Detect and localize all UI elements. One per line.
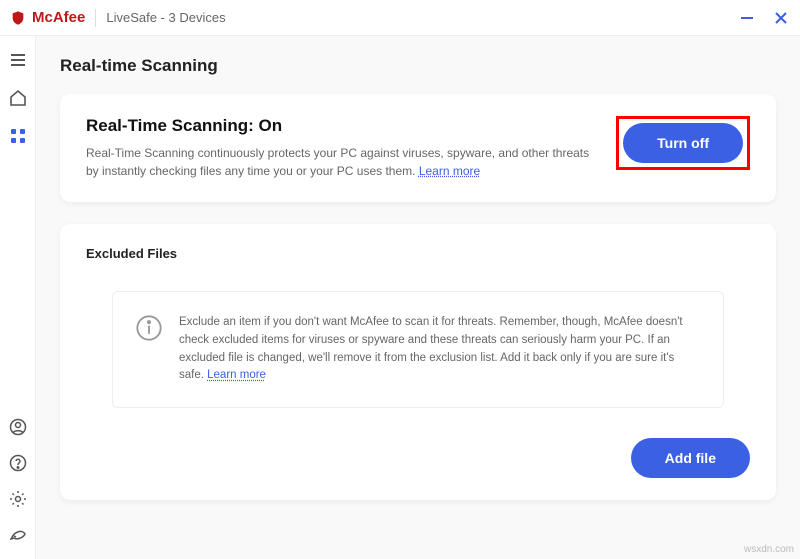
feedback-icon[interactable]	[8, 525, 28, 545]
scan-card-title: Real-Time Scanning: On	[86, 116, 596, 136]
brand-logo: McAfee	[10, 9, 85, 27]
excluded-info-text: Exclude an item if you don't want McAfee…	[179, 314, 701, 385]
help-icon[interactable]	[8, 453, 28, 473]
account-icon[interactable]	[8, 417, 28, 437]
excluded-title: Excluded Files	[86, 246, 750, 261]
product-name: LiveSafe - 3 Devices	[106, 10, 225, 25]
window-controls	[738, 9, 790, 27]
brand-divider	[95, 9, 96, 27]
info-icon	[135, 314, 163, 342]
sidebar	[0, 36, 36, 559]
mcafee-shield-icon	[10, 9, 26, 27]
excluded-files-card: Excluded Files Exclude an item if you do…	[60, 224, 776, 500]
learn-more-link[interactable]: Learn more	[419, 164, 480, 178]
scan-desc-text: Real-Time Scanning continuously protects…	[86, 146, 589, 178]
main-content: Real-time Scanning Real-Time Scanning: O…	[36, 36, 800, 559]
excluded-learn-more-link[interactable]: Learn more	[207, 369, 266, 381]
page-title: Real-time Scanning	[60, 56, 776, 76]
title-bar: McAfee LiveSafe - 3 Devices	[0, 0, 800, 36]
apps-grid-icon[interactable]	[8, 126, 28, 146]
minimize-button[interactable]	[738, 9, 756, 27]
menu-icon[interactable]	[8, 50, 28, 70]
excluded-info-panel: Exclude an item if you don't want McAfee…	[112, 291, 724, 408]
brand-name: McAfee	[32, 9, 85, 26]
home-icon[interactable]	[8, 88, 28, 108]
watermark: wsxdn.com	[744, 544, 794, 555]
turn-off-button[interactable]: Turn off	[623, 123, 743, 163]
scan-card-desc: Real-Time Scanning continuously protects…	[86, 144, 596, 180]
close-button[interactable]	[772, 9, 790, 27]
settings-icon[interactable]	[8, 489, 28, 509]
add-file-button[interactable]: Add file	[631, 438, 750, 478]
realtime-scan-card: Real-Time Scanning: On Real-Time Scannin…	[60, 94, 776, 202]
turn-off-highlight: Turn off	[616, 116, 750, 170]
